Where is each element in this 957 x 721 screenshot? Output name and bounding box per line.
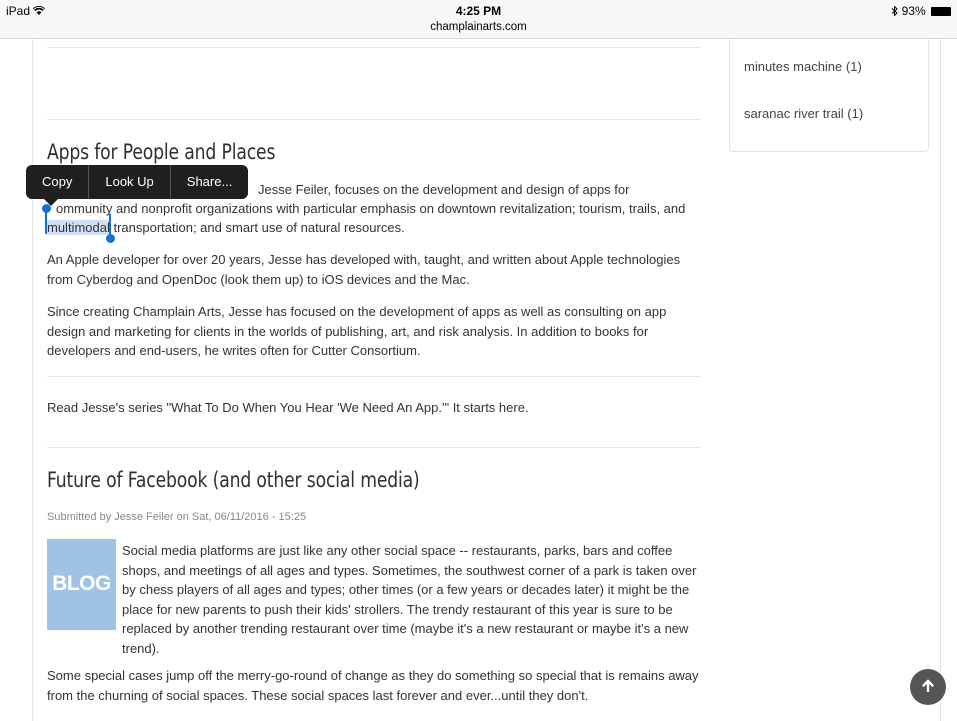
article-text: An Apple developer for over 20 years, Je… bbox=[47, 252, 681, 287]
selection-end-handle[interactable] bbox=[106, 234, 115, 243]
article-title[interactable]: Apps for People and Places bbox=[47, 140, 275, 164]
article-text: Some special cases jump off the merry-go… bbox=[47, 668, 699, 703]
status-bar: iPad 4:25 PM champlainarts.com 93% bbox=[0, 0, 957, 39]
article-text: ommunity and nonprofit organizations wit… bbox=[56, 201, 686, 216]
sidebar-link-saranac-river-trail[interactable]: saranac river trail (1) bbox=[744, 106, 863, 121]
status-right: 93% bbox=[891, 4, 951, 18]
scroll-to-top-button[interactable] bbox=[910, 669, 946, 705]
article-text: Jesse Feiler, focuses on the development… bbox=[258, 182, 630, 197]
battery-percent: 93% bbox=[901, 4, 926, 18]
edit-menu: Copy Look Up Share... bbox=[26, 165, 249, 199]
content-border-left bbox=[32, 38, 33, 721]
blog-thumbnail[interactable]: BLOG bbox=[47, 539, 116, 630]
selection-end-line bbox=[109, 214, 111, 236]
submitted-meta: Submitted by Jesse Feiler on Sat, 06/11/… bbox=[47, 511, 307, 523]
selected-text[interactable]: multimodal bbox=[47, 220, 110, 235]
edit-menu-arrow bbox=[44, 199, 58, 206]
address-url[interactable]: champlainarts.com bbox=[0, 21, 957, 33]
content-border-right bbox=[940, 38, 941, 721]
status-time: 4:25 PM bbox=[455, 4, 502, 18]
divider bbox=[47, 447, 701, 448]
selection-start-line bbox=[45, 210, 47, 234]
divider bbox=[47, 376, 701, 377]
divider bbox=[47, 119, 701, 120]
article-text: multimodal transportation; and smart use… bbox=[47, 218, 707, 238]
divider bbox=[47, 47, 701, 48]
article-text-rest: transportation; and smart use of natural… bbox=[109, 220, 405, 235]
sidebar-tags-box: minutes machine (1) saranac river trail … bbox=[729, 38, 929, 152]
arrow-up-icon bbox=[921, 678, 935, 695]
bluetooth-icon bbox=[891, 4, 901, 18]
read-more-link[interactable]: Read Jesse's series "What To Do When You… bbox=[47, 398, 707, 418]
blog-thumbnail-label: BLOG bbox=[52, 572, 111, 595]
article-text: Since creating Champlain Arts, Jesse has… bbox=[47, 304, 667, 358]
share-button[interactable]: Share... bbox=[171, 165, 249, 199]
look-up-button[interactable]: Look Up bbox=[89, 165, 171, 199]
article-text: Social media platforms are just like any… bbox=[122, 543, 697, 656]
article-title[interactable]: Future of Facebook (and other social med… bbox=[47, 468, 420, 492]
battery-icon bbox=[931, 7, 951, 16]
copy-button[interactable]: Copy bbox=[26, 165, 90, 199]
sidebar-link-minutes-machine[interactable]: minutes machine (1) bbox=[744, 59, 862, 74]
